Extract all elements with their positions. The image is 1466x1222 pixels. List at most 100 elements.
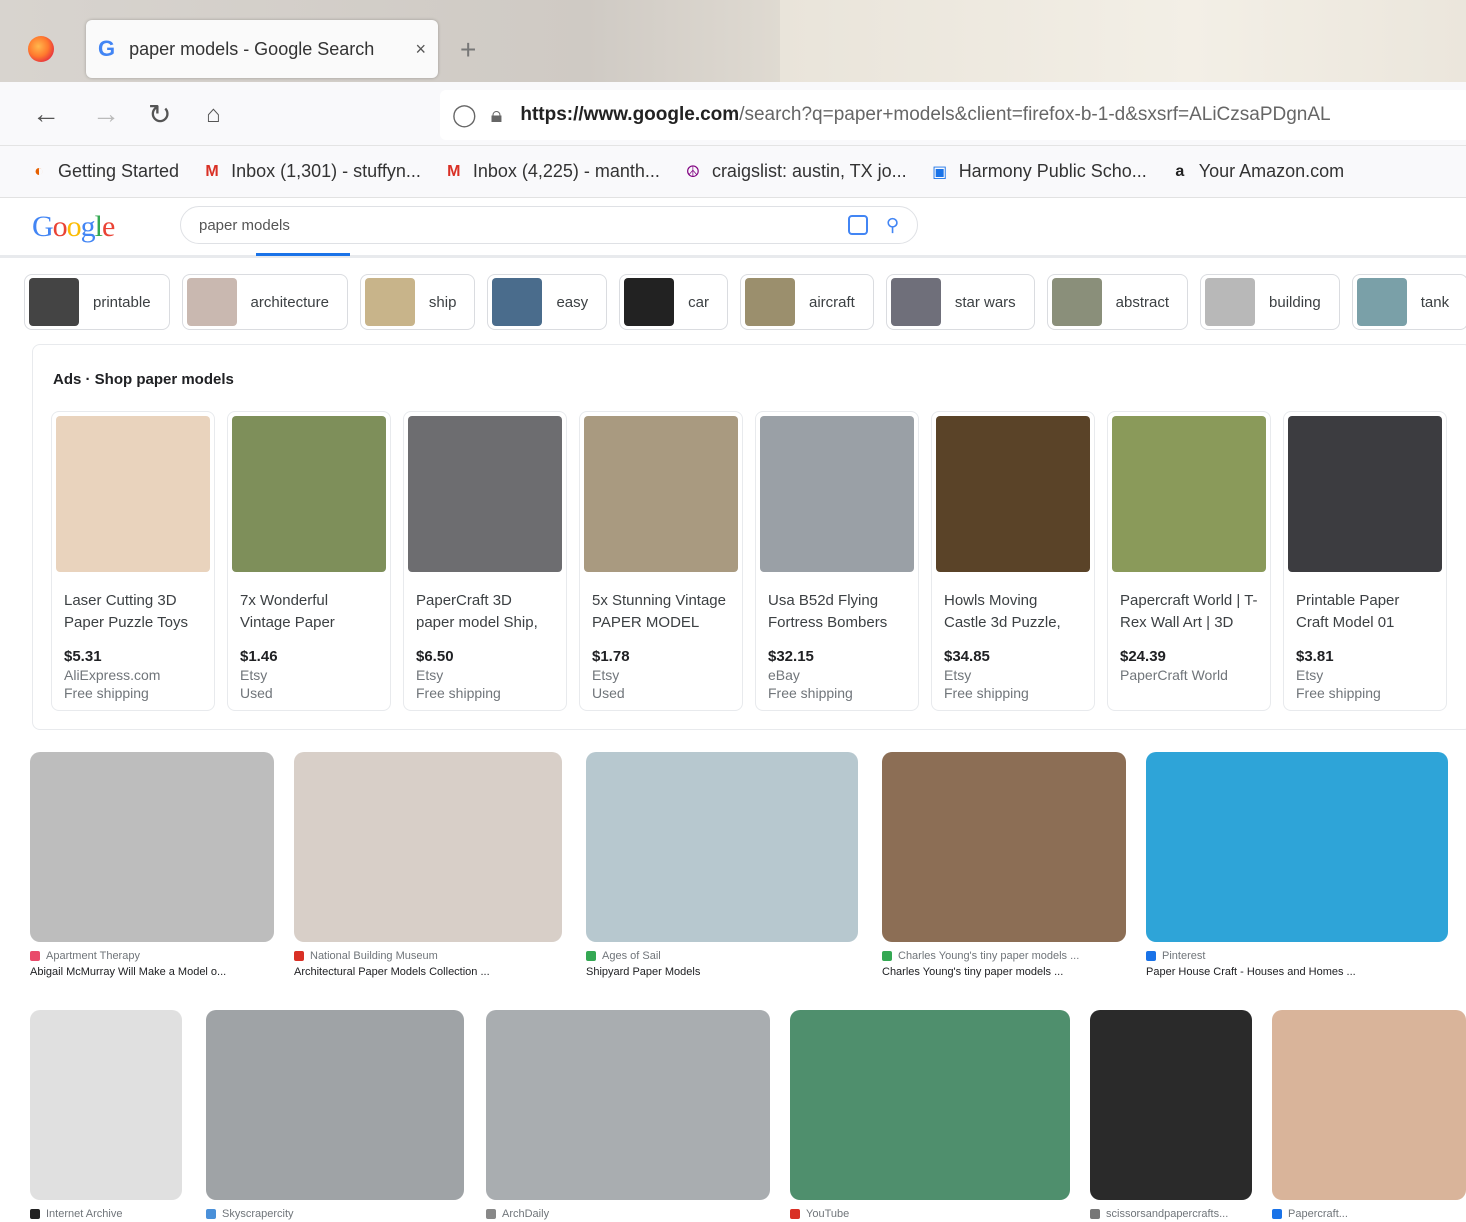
chip-printable[interactable]: printable [24,274,170,330]
product-price: $34.85 [944,648,990,665]
result-title[interactable]: Shipyard Paper Models [586,966,858,978]
result-source[interactable]: Pinterest [1146,950,1448,962]
result-title[interactable]: Paper House Craft - Houses and Homes ... [1146,966,1448,978]
url-text[interactable]: https://www.google.com/search?q=paper+mo… [520,104,1330,126]
result-image[interactable] [1090,1010,1252,1200]
back-arrow-icon[interactable]: ← [32,98,60,130]
result-image[interactable] [206,1010,464,1200]
chip-car[interactable]: car [619,274,728,330]
lock-icon[interactable]: 🔒︎ [491,102,503,128]
image-result[interactable]: Apartment Therapy Abigail McMurray Will M… [30,752,274,978]
image-result[interactable]: Charles Young's tiny paper models ... Cha… [882,752,1126,978]
chip-star-wars[interactable]: star wars [885,274,1035,330]
result-title[interactable]: Charles Young's tiny paper models ... [882,966,1126,978]
ad-card[interactable]: Printable Paper Craft Model 01 $3.81 Etsy F… [1283,411,1447,711]
chip-label: printable [93,293,151,311]
product-seller: Etsy [1296,667,1324,683]
source-favicon-icon [206,1209,216,1219]
result-image[interactable] [30,752,274,942]
result-source[interactable]: Internet Archive [30,1208,182,1220]
result-title[interactable]: Architectural Paper Models Collection ..… [294,966,562,978]
tab-close-button[interactable]: × [415,39,426,60]
ad-card[interactable]: Laser Cutting 3D Paper Puzzle Toys $5.31 A… [51,411,215,711]
chip-building[interactable]: building [1200,274,1340,330]
product-shipping: Used [592,685,625,701]
ad-card[interactable]: Papercraft World | T-Rex Wall Art | 3D $2… [1107,411,1271,711]
firefox-icon[interactable] [28,36,54,62]
image-result[interactable]: Papercraft... [1272,1010,1466,1220]
result-title[interactable]: Abigail McMurray Will Make a Model o... [30,966,274,978]
result-source[interactable]: ArchDaily [486,1208,770,1220]
result-source[interactable]: Skyscrapercity [206,1208,464,1220]
product-shipping: Free shipping [944,685,1029,701]
image-result[interactable]: Internet Archive [30,1010,182,1220]
bookmark-item[interactable]: M Inbox (1,301) - stuffyn... [201,161,420,183]
chip-easy[interactable]: easy [487,274,608,330]
ad-card[interactable]: PaperCraft 3D paper model Ship, $6.50 Etsy… [403,411,567,711]
result-image[interactable] [294,752,562,942]
ad-card[interactable]: 5x Stunning Vintage PAPER MODEL $1.78 Etsy… [579,411,743,711]
image-result[interactable]: ArchDaily [486,1010,770,1220]
chip-label: abstract [1115,293,1170,311]
result-image[interactable] [586,752,858,942]
peace-icon: ☮ [685,163,701,181]
result-image[interactable] [30,1010,182,1200]
chip-label: tank [1420,293,1450,311]
result-source[interactable]: Charles Young's tiny paper models ... [882,950,1126,962]
search-box[interactable]: paper models ⚲ [180,206,918,244]
shield-icon[interactable]: ◯ [452,102,477,128]
bookmark-item[interactable]: M Inbox (4,225) - manth... [443,161,660,183]
source-name: Apartment Therapy [46,950,140,962]
result-image[interactable] [790,1010,1070,1200]
search-input[interactable]: paper models [199,217,848,234]
result-source[interactable]: National Building Museum [294,950,562,962]
new-tab-button[interactable]: + [460,34,476,66]
bookmark-label: Getting Started [58,161,180,181]
product-name: Printable Paper Craft Model 01 [1296,592,1400,631]
forward-arrow-icon[interactable]: → [92,98,120,130]
source-favicon-icon [790,1209,800,1219]
ad-card[interactable]: 7x Wonderful Vintage Paper $1.46 Etsy Used [227,411,391,711]
image-result[interactable]: Skyscrapercity [206,1010,464,1220]
result-source[interactable]: Ages of Sail [586,950,858,962]
ad-card[interactable]: Usa B52d Flying Fortress Bombers $32.15 eB… [755,411,919,711]
result-image[interactable] [882,752,1126,942]
result-image[interactable] [486,1010,770,1200]
source-favicon-icon [294,951,304,961]
image-result[interactable]: National Building Museum Architectural Pa… [294,752,562,978]
result-image[interactable] [1146,752,1448,942]
url-bar[interactable]: ◯ 🔒︎ https://www.google.com/search?q=pap… [440,90,1466,140]
ad-card[interactable]: Howls Moving Castle 3d Puzzle, $34.85 Etsy… [931,411,1095,711]
browser-tab[interactable]: G paper models - Google Search × [86,20,438,78]
result-source[interactable]: YouTube [790,1208,1070,1220]
result-image[interactable] [1272,1010,1466,1200]
chip-tank[interactable]: tank [1351,274,1466,330]
chip-thumbnail [1205,278,1256,326]
google-logo[interactable]: Google [32,210,115,244]
search-icon[interactable]: ⚲ [886,215,899,236]
bookmark-item[interactable]: ◐ Getting Started [28,161,179,183]
image-result[interactable]: Ages of Sail Shipyard Paper Models [586,752,858,978]
chip-aircraft[interactable]: aircraft [739,274,874,330]
chip-architecture[interactable]: architecture [181,274,348,330]
image-result[interactable]: YouTube [790,1010,1070,1220]
chip-ship[interactable]: ship [359,274,476,330]
result-source[interactable]: Papercraft... [1272,1208,1466,1220]
source-favicon-icon [486,1209,496,1219]
home-icon[interactable]: ⌂ [206,101,221,129]
bookmark-item[interactable]: ☮ craigslist: austin, TX jo... [682,161,907,183]
image-result[interactable]: Pinterest Paper House Craft - Houses and … [1146,752,1448,978]
school-icon: ▣ [932,163,948,181]
bookmark-item[interactable]: ▣ Harmony Public Scho... [929,161,1147,183]
bookmark-item[interactable]: a Your Amazon.com [1169,161,1344,183]
camera-lens-icon[interactable] [847,215,868,235]
chip-abstract[interactable]: abstract [1046,274,1189,330]
image-result[interactable]: scissorsandpapercrafts... [1090,1010,1252,1220]
tab-strip: G paper models - Google Search × + [0,0,1466,82]
product-seller: eBay [768,667,800,683]
result-source[interactable]: Apartment Therapy [30,950,274,962]
reload-icon[interactable]: ↻ [148,98,171,131]
result-source[interactable]: scissorsandpapercrafts... [1090,1208,1252,1220]
chip-label: car [688,293,709,311]
product-name: PaperCraft 3D paper model Ship, [416,592,538,631]
